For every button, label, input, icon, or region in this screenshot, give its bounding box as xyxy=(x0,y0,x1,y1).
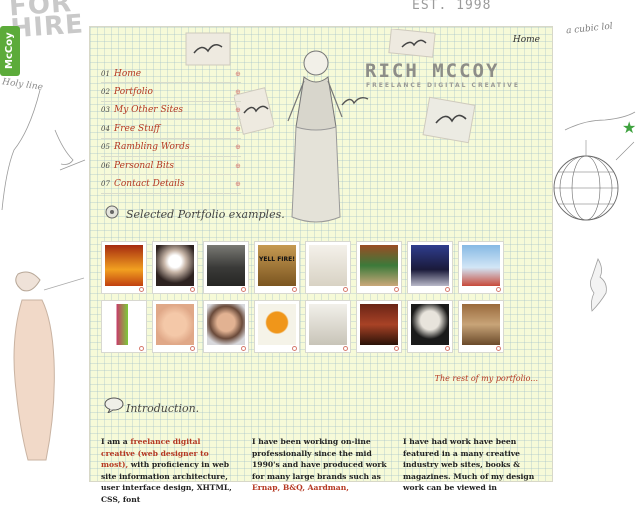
rest-of-portfolio-link[interactable]: The rest of my portfolio... xyxy=(435,374,538,383)
nav-num: 05 xyxy=(101,143,110,152)
portfolio-thumb[interactable] xyxy=(152,300,198,353)
arrow-icon: ⊕ xyxy=(235,106,241,115)
nav-num: 02 xyxy=(101,88,110,97)
portfolio-thumb[interactable] xyxy=(203,300,249,353)
thumb-row xyxy=(101,300,531,353)
home-link[interactable]: Home xyxy=(513,35,540,45)
nav-item-portfolio[interactable]: 02 Portfolio ⊕ xyxy=(101,83,241,102)
portfolio-thumb[interactable] xyxy=(407,300,453,353)
zoom-icon xyxy=(190,346,195,351)
zoom-icon xyxy=(139,287,144,292)
nav-label: Home xyxy=(114,68,142,79)
nav-item-personal-bits[interactable]: 06 Personal Bits ⊕ xyxy=(101,157,241,176)
portfolio-thumb[interactable] xyxy=(458,241,504,294)
zoom-icon xyxy=(292,346,297,351)
sketch-self-portrait xyxy=(287,50,343,223)
nav-item-contact-details[interactable]: 07 Contact Details ⊕ xyxy=(101,175,241,194)
nav-label: My Other Sites xyxy=(114,105,184,116)
portfolio-thumb[interactable] xyxy=(203,241,249,294)
intro-columns: I am a freelance digital creative (web d… xyxy=(101,436,541,505)
right-line-sketch xyxy=(564,111,636,131)
zoom-icon xyxy=(241,346,246,351)
nav-num: 06 xyxy=(101,161,110,170)
mccoy-side-tab[interactable]: McCoy xyxy=(0,26,20,76)
est-year: EST. 1998 xyxy=(412,0,492,13)
left-sketch-figure xyxy=(13,271,85,461)
nav-num: 04 xyxy=(101,124,110,133)
introduction-title: Introduction. xyxy=(126,402,200,415)
zoom-icon xyxy=(292,287,297,292)
zoom-icon xyxy=(394,287,399,292)
zoom-icon xyxy=(445,346,450,351)
brand-links[interactable]: Ernap, B&Q, Aardman, xyxy=(252,483,349,492)
nav-num: 07 xyxy=(101,180,110,189)
intro-column-1: I am a freelance digital creative (web d… xyxy=(101,436,237,505)
nav-label: Portfolio xyxy=(114,87,153,98)
bird-photo-card xyxy=(185,32,231,66)
portfolio-thumb[interactable] xyxy=(356,241,402,294)
portfolio-thumb[interactable] xyxy=(101,241,147,294)
main-paper-panel: Home RICH MCCOY FREELANCE DIGITAL CREATI… xyxy=(89,26,553,504)
nav-label: Free Stuff xyxy=(114,123,161,134)
nav-label: Rambling Words xyxy=(114,142,190,153)
thumb-row: YELL FIRE! xyxy=(101,241,531,294)
intro-text: I have had work have been featured in a … xyxy=(403,437,535,492)
globe-sketch xyxy=(553,140,635,221)
arrow-icon: ⊕ xyxy=(235,143,241,152)
zoom-icon xyxy=(343,287,348,292)
zoom-icon xyxy=(190,287,195,292)
bird-photo-card xyxy=(388,29,436,58)
pushpin-icon xyxy=(105,205,119,219)
zoom-icon xyxy=(241,287,246,292)
arrow-icon: ⊕ xyxy=(235,88,241,97)
scribble-note: a cubic lol xyxy=(565,21,614,37)
portfolio-thumb[interactable]: YELL FIRE! xyxy=(254,241,300,294)
arrow-icon: ⊕ xyxy=(235,180,241,189)
zoom-icon xyxy=(496,287,501,292)
site-logo[interactable]: RICH MCCOY xyxy=(365,60,535,82)
portfolio-thumb[interactable] xyxy=(407,241,453,294)
left-line-sketch xyxy=(1,89,86,211)
intro-lead: I am a xyxy=(101,437,131,446)
intro-column-2: I have been working on-line professional… xyxy=(252,436,388,505)
nav-item-free-stuff[interactable]: 04 Free Stuff ⊕ xyxy=(101,120,241,139)
zoom-icon xyxy=(496,346,501,351)
zoom-icon xyxy=(394,346,399,351)
portfolio-thumb[interactable] xyxy=(254,300,300,353)
nav-item-other-sites[interactable]: 03 My Other Sites ⊕ xyxy=(101,102,241,121)
portfolio-grid: YELL FIRE! xyxy=(101,241,531,359)
nav-label: Contact Details xyxy=(114,179,185,190)
portfolio-thumb[interactable] xyxy=(305,300,351,353)
nav-label: Personal Bits xyxy=(114,160,174,171)
nav-item-rambling-words[interactable]: 05 Rambling Words ⊕ xyxy=(101,139,241,157)
portfolio-thumb[interactable] xyxy=(305,241,351,294)
arrow-icon: ⊕ xyxy=(235,124,241,133)
arrow-icon: ⊕ xyxy=(235,69,241,78)
zoom-icon xyxy=(139,346,144,351)
intro-text: I have been working on-line professional… xyxy=(252,437,387,481)
intro-column-3: I have had work have been featured in a … xyxy=(403,436,539,505)
portfolio-thumb[interactable] xyxy=(101,300,147,353)
portfolio-thumb[interactable] xyxy=(458,300,504,353)
site-tagline: FREELANCE DIGITAL CREATIVE xyxy=(366,82,520,89)
thumb-caption: YELL FIRE! xyxy=(259,256,295,263)
arrow-icon: ⊕ xyxy=(235,161,241,170)
speech-bubble-icon xyxy=(104,397,124,413)
nav-item-home[interactable]: 01 Home ⊕ xyxy=(101,65,241,84)
portfolio-section-title: Selected Portfolio examples. xyxy=(126,208,285,221)
nav-num: 01 xyxy=(101,69,110,78)
bird-photo-card xyxy=(422,96,476,144)
zoom-icon xyxy=(445,287,450,292)
main-nav: 01 Home ⊕ 02 Portfolio ⊕ 03 My Other Sit… xyxy=(101,65,241,194)
portfolio-thumb[interactable] xyxy=(152,241,198,294)
portfolio-thumb[interactable] xyxy=(356,300,402,353)
zoom-icon xyxy=(343,346,348,351)
map-sketch xyxy=(590,258,607,312)
nav-num: 03 xyxy=(101,106,110,115)
